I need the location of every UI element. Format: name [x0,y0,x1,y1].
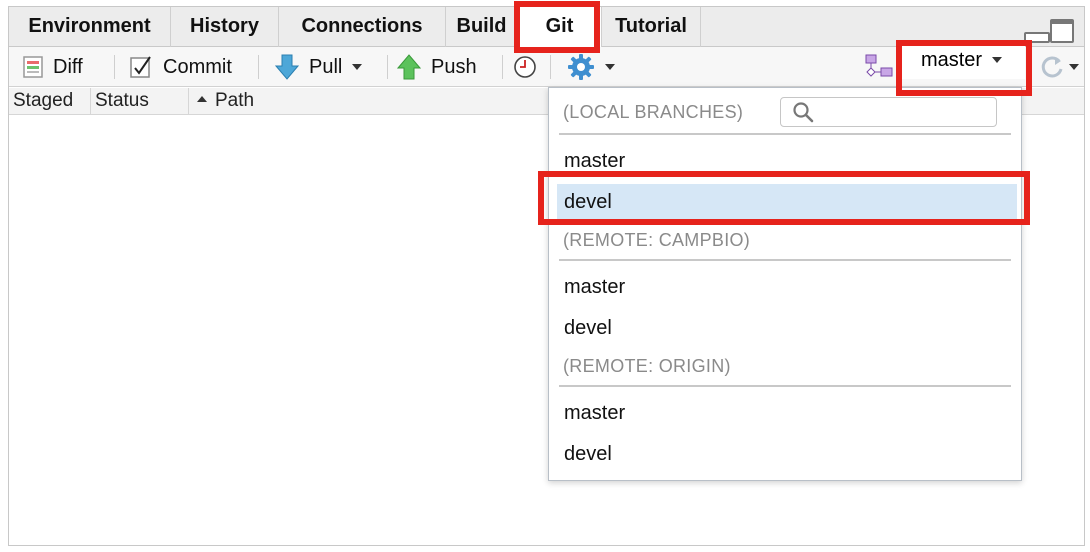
search-icon [793,102,814,123]
column-path-label: Path [215,90,255,111]
menu-item-campbio-master[interactable]: master [549,269,1021,305]
maximize-pane-icon[interactable] [1050,19,1074,43]
pull-chevron-down-icon[interactable] [352,64,363,70]
pull-label: Pull [309,55,343,78]
branch-search-input[interactable] [780,97,997,127]
toolbar-divider [550,55,551,79]
column-staged[interactable]: Staged [9,88,91,115]
menu-section-header: (LOCAL BRANCHES) [563,102,744,122]
branch-graph-button[interactable] [865,47,893,87]
refresh-button[interactable] [1039,47,1079,87]
commit-label: Commit [163,55,232,78]
menu-section-header: (REMOTE: ORIGIN) [563,356,731,376]
commit-button[interactable]: Commit [129,47,232,87]
menu-item-campbio-devel[interactable]: devel [549,310,1021,346]
diff-icon [23,56,43,78]
sort-ascending-icon [197,96,207,103]
diff-button[interactable]: Diff [23,47,83,87]
menu-item-origin-master[interactable]: master [549,395,1021,431]
annotation-highlight-branch-selector [896,40,1032,96]
pull-arrow-icon [275,54,299,80]
tab-tutorial[interactable]: Tutorial [602,7,701,47]
tab-connections[interactable]: Connections [279,7,446,47]
branch-dropdown-menu: (LOCAL BRANCHES) master devel (REMOTE: C… [548,87,1022,481]
diff-label: Diff [53,55,83,78]
menu-divider [559,259,1011,261]
history-button[interactable] [513,47,537,87]
push-arrow-icon [397,54,421,80]
toolbar-divider [502,55,503,79]
tab-environment[interactable]: Environment [9,7,171,47]
menu-divider [559,385,1011,387]
menu-divider [559,133,1011,135]
annotation-highlight-git-tab [514,1,600,53]
menu-item-origin-devel[interactable]: devel [549,436,1021,472]
annotation-highlight-devel-item [538,171,1030,225]
branch-icon [865,54,893,77]
menu-section-header: (REMOTE: CAMPBIO) [563,230,751,250]
clock-icon [514,56,536,78]
toolbar-divider [387,55,388,79]
toolbar-divider [258,55,259,79]
tab-build[interactable]: Build [446,7,518,47]
more-options-button[interactable] [567,47,615,87]
refresh-chevron-down-icon[interactable] [1069,64,1079,70]
pull-button[interactable]: Pull [275,47,363,87]
refresh-icon [1041,56,1063,78]
toolbar-divider [114,55,115,79]
tab-history[interactable]: History [171,7,279,47]
gear-icon [568,54,594,80]
commit-checkbox-icon [130,56,151,78]
push-label: Push [431,55,477,78]
column-status[interactable]: Status [91,88,189,115]
push-button[interactable]: Push [397,47,477,87]
gear-chevron-down-icon[interactable] [605,64,615,70]
